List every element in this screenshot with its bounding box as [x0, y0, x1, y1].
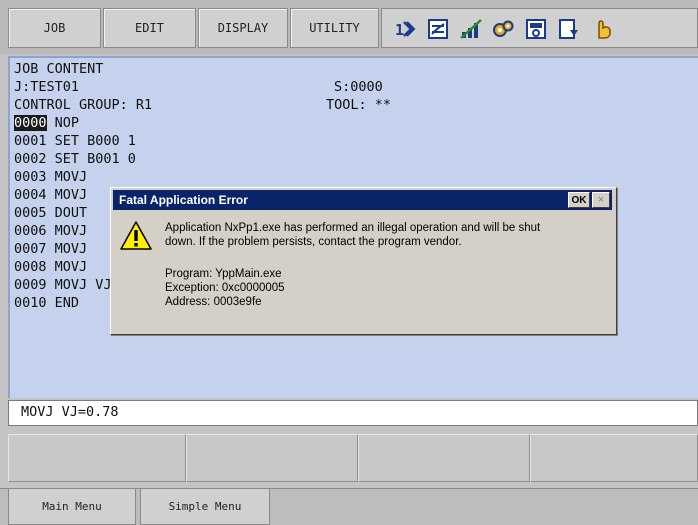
job-line[interactable]: 0002 SET B001 0 [14, 150, 136, 168]
bottom-bar: Main Menu Simple Menu [0, 488, 698, 525]
error-exception: Exception: 0xc0000005 [165, 282, 285, 294]
signal-bars-icon[interactable] [460, 18, 482, 40]
function-key-4[interactable] [530, 434, 698, 482]
step-number: S:0000 [334, 79, 383, 95]
control-group: CONTROL GROUP: R1 [14, 97, 153, 113]
error-message-line2: down. If the problem persists, contact t… [165, 236, 462, 248]
dialog-title: Fatal Application Error [119, 193, 248, 207]
line-number-cursor[interactable]: 0000 [14, 115, 47, 131]
line-number: 0009 [14, 277, 47, 293]
io-arrows-icon[interactable]: 1 [394, 18, 416, 40]
svg-text:1: 1 [395, 21, 404, 39]
error-program: Program: YppMain.exe [165, 268, 282, 280]
job-line[interactable]: 0000 NOP [14, 114, 79, 132]
input-buffer-line[interactable]: MOVJ VJ=0.78 [8, 400, 698, 426]
function-key-2[interactable] [186, 434, 358, 482]
simple-menu-button[interactable]: Simple Menu [140, 489, 270, 525]
instruction-text: MOVJ [46, 259, 88, 275]
job-line[interactable]: 0010 END [14, 294, 79, 312]
job-line[interactable]: 0003 MOVJ [14, 168, 87, 186]
gears-icon[interactable] [492, 18, 514, 40]
error-message-line1: Application NxPp1.exe has performed an i… [165, 222, 541, 234]
line-number: 0008 [14, 259, 47, 275]
line-number: 0004 [14, 187, 47, 203]
tab-edit[interactable]: EDIT [103, 8, 196, 48]
job-content-heading: JOB CONTENT [14, 61, 104, 77]
input-buffer-text: MOVJ VJ=0.78 [21, 404, 119, 420]
line-number: 0005 [14, 205, 47, 221]
instruction-text: MOVJ [46, 223, 88, 239]
main-menu-button[interactable]: Main Menu [8, 489, 136, 525]
dialog-title-bar[interactable]: Fatal Application Error OK × [113, 190, 612, 210]
tool-number: TOOL: ** [326, 97, 392, 113]
function-key-1[interactable] [8, 434, 186, 482]
status-icon-strip: 1 [381, 8, 698, 48]
instruction-text: SET B000 1 [46, 133, 136, 149]
function-key-3[interactable] [358, 434, 530, 482]
instruction-text: SET B001 0 [46, 151, 136, 167]
tab-utility[interactable]: UTILITY [290, 8, 379, 48]
save-document-icon[interactable] [558, 18, 580, 40]
instruction-text: MOVJ [46, 241, 88, 257]
tab-display[interactable]: DISPLAY [198, 8, 288, 48]
tool-panel-icon[interactable] [525, 18, 547, 40]
job-line[interactable]: 0006 MOVJ [14, 222, 87, 240]
top-menu-bar: JOB EDIT DISPLAY UTILITY 1 [0, 0, 698, 54]
job-line[interactable]: 0005 DOUT [14, 204, 87, 222]
line-number: 0007 [14, 241, 47, 257]
warning-icon [120, 221, 152, 250]
instruction-text: NOP [46, 115, 80, 131]
fatal-error-dialog: Fatal Application Error OK × Application… [110, 187, 617, 335]
job-line[interactable]: 0004 MOVJ [14, 186, 87, 204]
job-line[interactable]: 0007 MOVJ [14, 240, 87, 258]
tab-job[interactable]: JOB [8, 8, 101, 48]
line-number: 0003 [14, 169, 47, 185]
job-line[interactable]: 0008 MOVJ [14, 258, 87, 276]
instruction-text: MOVJ [46, 169, 88, 185]
ok-button[interactable]: OK [568, 192, 590, 208]
line-number: 0002 [14, 151, 47, 167]
error-address: Address: 0003e9fe [165, 296, 262, 308]
line-number: 0006 [14, 223, 47, 239]
job-name: J:TEST01 [14, 79, 80, 95]
instruction-text: MOVJ [46, 187, 88, 203]
line-number: 0010 [14, 295, 47, 311]
line-number: 0001 [14, 133, 47, 149]
instruction-text: END [46, 295, 80, 311]
job-line[interactable]: 0001 SET B000 1 [14, 132, 136, 150]
hand-icon[interactable] [592, 18, 614, 40]
instruction-text: DOUT [46, 205, 88, 221]
close-button[interactable]: × [592, 192, 610, 208]
checklist-icon[interactable] [427, 18, 449, 40]
